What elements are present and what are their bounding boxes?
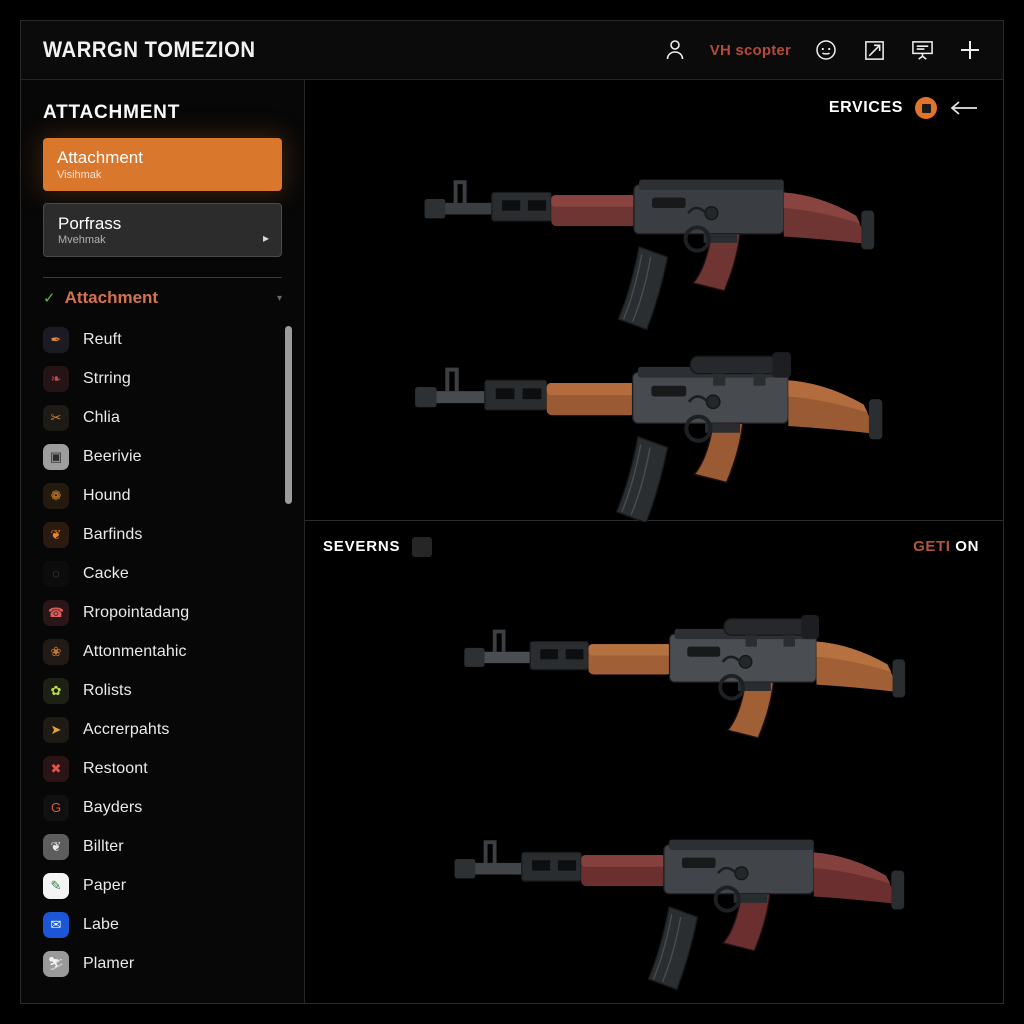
on-label: ON <box>955 538 979 555</box>
content-header: ERVICES <box>305 80 1003 136</box>
back-arrow-icon[interactable] <box>949 99 979 117</box>
rolists-icon: ✿ <box>43 677 69 704</box>
list-item[interactable]: ◌ Cacke <box>21 554 304 593</box>
list-item[interactable]: G Bayders <box>21 788 304 827</box>
chlia-icon: ✂ <box>43 404 69 431</box>
secondary-card-title: Porfrass <box>58 213 122 233</box>
list-item[interactable]: ➤ Accrerpahts <box>21 710 304 749</box>
arrow-expand-icon[interactable] <box>861 37 887 63</box>
content-panel: ERVICES SEVERNS GETI ON <box>305 80 1003 1003</box>
primary-card-subtitle: Visihmak <box>57 168 102 181</box>
list-item[interactable]: ▣ Beerivie <box>21 437 304 476</box>
accrerpahts-icon: ➤ <box>43 716 69 743</box>
attonmentahic-icon: ❀ <box>43 638 69 665</box>
services-label: ERVICES <box>828 99 903 116</box>
porfrass-card[interactable]: Porfrass Mvehmak ▸ <box>43 202 282 258</box>
list-item-label: Billter <box>83 837 124 855</box>
weapon-illustration <box>454 839 905 991</box>
list-item-label: Beerivie <box>83 447 142 465</box>
attachment-list[interactable]: ✒ Reuft ❧ Strring ✂ Chlia ▣ Beerivie ❁ Hound ❦ Barf… <box>21 316 304 1003</box>
presentation-board-icon[interactable] <box>909 37 935 63</box>
list-item-label: Barfinds <box>83 525 143 543</box>
weapon-preview-4[interactable] <box>305 788 1003 1000</box>
weapon-illustration <box>464 615 906 739</box>
attachment-primary-card[interactable]: Attachment Visihmak <box>43 138 282 191</box>
geti-label: GETI <box>913 538 951 555</box>
list-item[interactable]: ❦ Billter <box>21 827 304 866</box>
severns-bar: SEVERNS GETI ON <box>305 520 1003 572</box>
person-icon[interactable] <box>662 37 688 63</box>
check-icon: ✓ <box>43 289 56 307</box>
billter-icon: ❦ <box>43 833 69 860</box>
strring-icon: ❧ <box>43 365 69 392</box>
list-item-label: Accrerpahts <box>83 720 170 738</box>
list-item[interactable]: ✂ Chlia <box>21 398 304 437</box>
list-item-label: Restoont <box>83 759 148 777</box>
chevron-down-icon[interactable]: ▾ <box>277 293 282 304</box>
app-window: WARRGN TOMEZION VH scopter ATTACHMENT At… <box>20 20 1004 1004</box>
list-item-label: Chlia <box>83 408 120 426</box>
weapon-preview-3[interactable] <box>305 572 1003 788</box>
list-item-label: Rropointadang <box>83 603 190 621</box>
sidebar-title: ATTACHMENT <box>43 102 181 123</box>
attachment-section-header[interactable]: ✓ Attachment ▾ <box>21 278 304 316</box>
plamer-icon: ⛷ <box>43 950 69 977</box>
restoont-icon: ✖ <box>43 755 69 782</box>
list-item[interactable]: ✎ Paper <box>21 866 304 905</box>
geti-on-action[interactable]: GETI ON <box>913 538 979 555</box>
weapon-preview-1[interactable] <box>305 136 1003 331</box>
list-item[interactable]: ✉ Labe <box>21 905 304 944</box>
main-body: ATTACHMENT Attachment Visihmak Porfrass … <box>21 80 1003 1003</box>
list-item-label: Paper <box>83 876 127 894</box>
list-item[interactable]: ⛷ Plamer <box>21 944 304 983</box>
severns-badge[interactable] <box>412 536 433 557</box>
list-item[interactable]: ❁ Hound <box>21 476 304 515</box>
beerivie-icon: ▣ <box>43 443 69 470</box>
list-item-label: Reuft <box>83 330 122 348</box>
barfinds-icon: ❦ <box>43 521 69 548</box>
list-item-label: Strring <box>83 369 131 387</box>
secondary-card-subtitle: Mvehmak <box>58 234 106 247</box>
section-label: Attachment <box>64 288 159 308</box>
app-title: WARRGN TOMEZION <box>43 37 256 62</box>
primary-card-title: Attachment <box>57 148 143 167</box>
user-tag[interactable]: VH scopter <box>710 42 791 59</box>
list-item[interactable]: ✖ Restoont <box>21 749 304 788</box>
plus-icon[interactable] <box>957 37 983 63</box>
weapon-illustration <box>424 179 875 331</box>
bayders-icon: G <box>43 794 69 821</box>
sidebar-scrollbar[interactable] <box>285 326 292 986</box>
title-bar-actions: VH scopter <box>662 37 983 63</box>
cacke-icon: ◌ <box>43 560 69 587</box>
list-item-label: Labe <box>83 915 119 933</box>
orange-status-dot-icon[interactable] <box>915 97 937 119</box>
paper-icon: ✎ <box>43 872 69 899</box>
list-item[interactable]: ❦ Barfinds <box>21 515 304 554</box>
list-item-label: Hound <box>83 486 131 504</box>
weapon-illustration <box>415 352 883 522</box>
list-item-label: Attonmentahic <box>83 642 187 660</box>
reuft-icon: ✒ <box>43 326 69 353</box>
severns-label: SEVERNS <box>323 538 401 555</box>
list-item[interactable]: ☎ Rropointadang <box>21 593 304 632</box>
list-item[interactable]: ✿ Rolists <box>21 671 304 710</box>
list-item[interactable]: ❧ Strring <box>21 359 304 398</box>
weapon-preview-2[interactable] <box>305 324 1003 522</box>
list-item-label: Bayders <box>83 798 143 816</box>
sidebar: ATTACHMENT Attachment Visihmak Porfrass … <box>21 80 305 1003</box>
list-item-label: Plamer <box>83 954 135 972</box>
labe-icon: ✉ <box>43 911 69 938</box>
list-item-label: Cacke <box>83 564 129 582</box>
list-item-label: Rolists <box>83 681 132 699</box>
hound-icon: ❁ <box>43 482 69 509</box>
rropointadang-icon: ☎ <box>43 599 69 626</box>
scrollbar-thumb[interactable] <box>285 326 292 505</box>
circle-dots-icon[interactable] <box>813 37 839 63</box>
chevron-right-icon[interactable]: ▸ <box>263 232 269 244</box>
list-item[interactable]: ❀ Attonmentahic <box>21 632 304 671</box>
list-item[interactable]: ✒ Reuft <box>21 320 304 359</box>
title-bar: WARRGN TOMEZION VH scopter <box>21 21 1003 80</box>
